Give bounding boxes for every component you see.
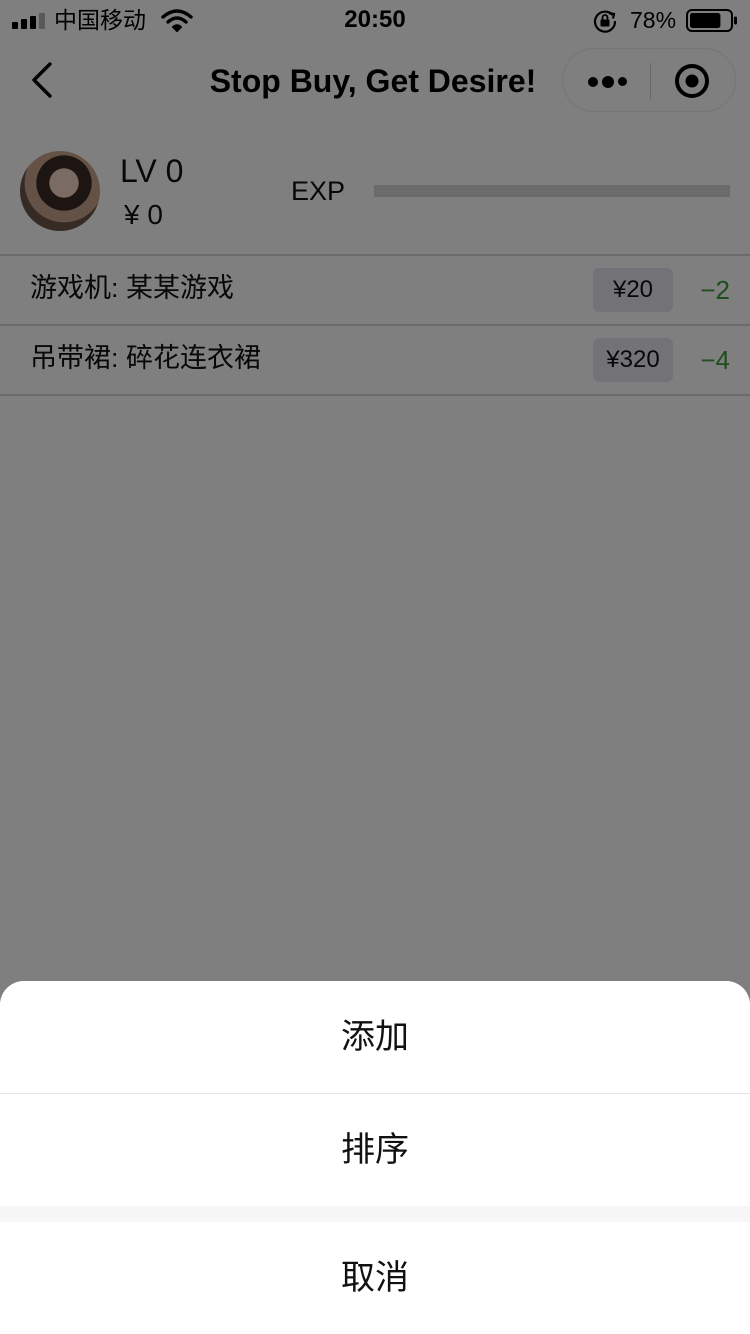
sort-option[interactable]: 排序 — [0, 1094, 750, 1206]
cancel-button[interactable]: 取消 — [0, 1222, 750, 1334]
action-sheet: 添加 排序 取消 — [0, 981, 750, 1334]
add-option[interactable]: 添加 — [0, 981, 750, 1093]
